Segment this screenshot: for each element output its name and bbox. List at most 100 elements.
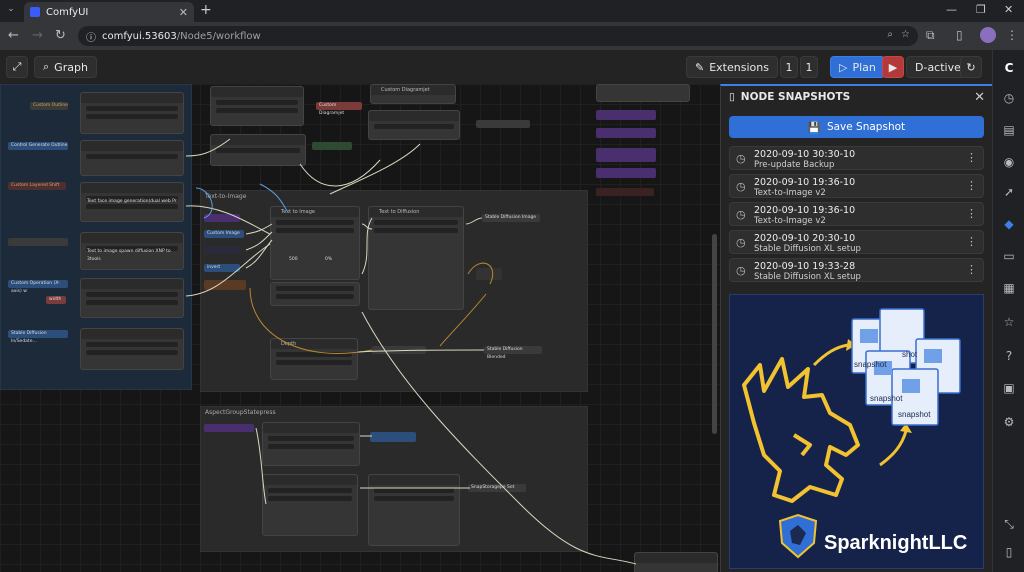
sidebar-toggle-icon[interactable]: ▯ xyxy=(956,28,963,42)
graph-canvas[interactable]: Custom Outline Control Generate Outline … xyxy=(0,84,720,572)
url-field[interactable]: ⓘ comfyui.53603/Node5/workflow ⌕ ☆ xyxy=(78,26,918,46)
browser-tab[interactable]: ComfyUI ✕ xyxy=(24,2,194,22)
chip[interactable] xyxy=(476,120,530,128)
snapshot-item[interactable]: ◷ 2020-09-10 19:36-10 Text-to-Image v2 ⋮ xyxy=(729,174,984,198)
new-tab-button[interactable]: + xyxy=(200,2,212,18)
history-icon[interactable]: ◷ xyxy=(1001,90,1017,106)
snapshot-item[interactable]: ◷ 2020-09-10 30:30-10 Pre-update Backup … xyxy=(729,146,984,170)
snapshot-item[interactable]: ◷ 2020-09-10 19:33-28 Stable Diffusion X… xyxy=(729,258,984,282)
shield-icon[interactable]: ◆ xyxy=(1001,216,1017,232)
chip[interactable]: Custom Image xyxy=(204,230,244,238)
queue-icon[interactable]: ▤ xyxy=(1001,122,1017,138)
collapse-icon[interactable]: ⤡ xyxy=(1001,516,1017,532)
bookmark-star-icon[interactable]: ☆ xyxy=(901,29,910,40)
chip[interactable] xyxy=(596,188,654,196)
node[interactable] xyxy=(80,278,184,318)
panel-toggle-icon[interactable]: ▯ xyxy=(1001,544,1017,560)
chip[interactable] xyxy=(476,268,502,280)
chip[interactable]: invert xyxy=(204,264,240,272)
node-text-to-image[interactable]: Text to Image xyxy=(270,206,360,280)
node[interactable]: Custom Diagramjet xyxy=(370,84,456,104)
node[interactable] xyxy=(80,140,184,176)
reload-icon[interactable]: ↻ xyxy=(55,28,66,43)
eye-icon[interactable]: ◉ xyxy=(1001,154,1017,170)
more-options-icon[interactable]: ⋮ xyxy=(966,235,977,248)
graph-button[interactable]: ⌕ Graph xyxy=(34,56,97,78)
chip[interactable]: Stable Diffusion Blended xyxy=(484,346,542,360)
node[interactable] xyxy=(262,422,360,466)
chip[interactable]: width xyxy=(46,296,66,304)
chip[interactable]: Custom Outline xyxy=(30,102,68,110)
node[interactable] xyxy=(210,86,304,126)
node[interactable] xyxy=(210,134,306,166)
rocket-icon[interactable]: ➚ xyxy=(1001,184,1017,200)
node[interactable] xyxy=(80,328,184,370)
chip[interactable]: Custom Diagramjet xyxy=(316,102,362,116)
tab-search-icon[interactable]: ⌄ xyxy=(4,4,18,18)
chip[interactable]: Custom Operation (X-axis) w xyxy=(8,280,68,294)
chip[interactable]: SnapStoragepe Set xyxy=(468,484,526,492)
node[interactable] xyxy=(634,552,718,572)
minimize-icon[interactable]: — xyxy=(946,3,957,16)
window-close-icon[interactable]: ✕ xyxy=(1004,3,1013,16)
zoom-icon[interactable]: ⌕ xyxy=(887,29,893,40)
restore-icon[interactable]: ❐ xyxy=(976,3,986,16)
chip[interactable]: Custom Layered Shift xyxy=(8,182,66,190)
extensions-button[interactable]: ✎ Extensions xyxy=(686,56,778,78)
more-options-icon[interactable]: ⋮ xyxy=(966,179,977,192)
chip[interactable] xyxy=(204,214,240,222)
tab-close-icon[interactable]: ✕ xyxy=(179,6,188,19)
chip[interactable] xyxy=(204,424,254,432)
extensions-puzzle-icon[interactable]: ⧉ xyxy=(926,28,935,43)
chip[interactable] xyxy=(596,128,656,138)
chip[interactable]: Stable Diffusion In/Sedate… xyxy=(8,330,68,344)
node[interactable] xyxy=(262,474,358,536)
chip[interactable]: Control Generate Outline xyxy=(8,142,68,150)
snapshot-item[interactable]: ◷ 2020-09-10 20:30-10 Stable Diffusion X… xyxy=(729,230,984,254)
right-icon-rail: C ◷ ▤ ◉ ➚ ◆ ▭ ▦ ☆ ? ▣ ⚙ ⤡ ▯ xyxy=(992,50,1024,572)
node[interactable] xyxy=(368,110,460,140)
chip[interactable] xyxy=(372,346,426,354)
fit-view-button[interactable]: ⤢ xyxy=(6,56,28,78)
more-options-icon[interactable]: ⋮ xyxy=(966,207,977,220)
chip[interactable] xyxy=(312,142,352,150)
chip[interactable] xyxy=(204,246,240,254)
node-depth[interactable]: Depth xyxy=(270,338,358,380)
profile-avatar[interactable] xyxy=(980,27,996,43)
browser-menu-icon[interactable]: ⋮ xyxy=(1006,28,1018,42)
node[interactable] xyxy=(80,92,184,134)
chip[interactable] xyxy=(8,238,68,246)
more-options-icon[interactable]: ⋮ xyxy=(966,263,977,276)
canvas-scrollbar[interactable] xyxy=(712,234,717,434)
run-button[interactable]: ▶ xyxy=(882,56,904,78)
comfy-logo-icon[interactable]: C xyxy=(1001,60,1017,76)
calendar-icon[interactable]: ▣ xyxy=(1001,380,1017,396)
folder-icon[interactable]: ▭ xyxy=(1001,248,1017,264)
chip[interactable] xyxy=(596,148,656,162)
node[interactable] xyxy=(596,84,690,102)
chip[interactable] xyxy=(596,110,656,120)
more-options-icon[interactable]: ⋮ xyxy=(966,151,977,164)
refresh-button[interactable]: ↻ xyxy=(960,56,982,78)
help-icon[interactable]: ? xyxy=(1001,348,1017,364)
document-icon[interactable]: ▦ xyxy=(1001,280,1017,296)
chip[interactable]: Stable Diffusion Image xyxy=(482,214,540,222)
counter-a[interactable]: 1 xyxy=(780,56,798,78)
site-info-icon[interactable]: ⓘ xyxy=(86,29,96,44)
value-percent: 0% xyxy=(325,257,333,262)
settings-gear-icon[interactable]: ⚙ xyxy=(1001,414,1017,430)
chip[interactable] xyxy=(370,432,416,442)
snapshot-item[interactable]: ◷ 2020-09-10 19:36-10 Text-to-Image v2 ⋮ xyxy=(729,202,984,226)
counter-b[interactable]: 1 xyxy=(800,56,818,78)
back-icon[interactable]: ← xyxy=(8,28,19,43)
panel-close-icon[interactable]: ✕ xyxy=(974,90,985,105)
chip[interactable] xyxy=(596,168,656,178)
plan-button[interactable]: ▷ Plan xyxy=(830,56,885,78)
save-snapshot-button[interactable]: 💾 Save Snapshot xyxy=(729,116,984,138)
node-text-to-diffusion[interactable]: Text to Diffusion xyxy=(368,206,464,310)
chip[interactable] xyxy=(204,280,246,290)
forward-icon[interactable]: → xyxy=(32,28,43,43)
star-icon[interactable]: ☆ xyxy=(1001,314,1017,330)
node[interactable] xyxy=(270,282,360,306)
node[interactable] xyxy=(368,474,460,546)
